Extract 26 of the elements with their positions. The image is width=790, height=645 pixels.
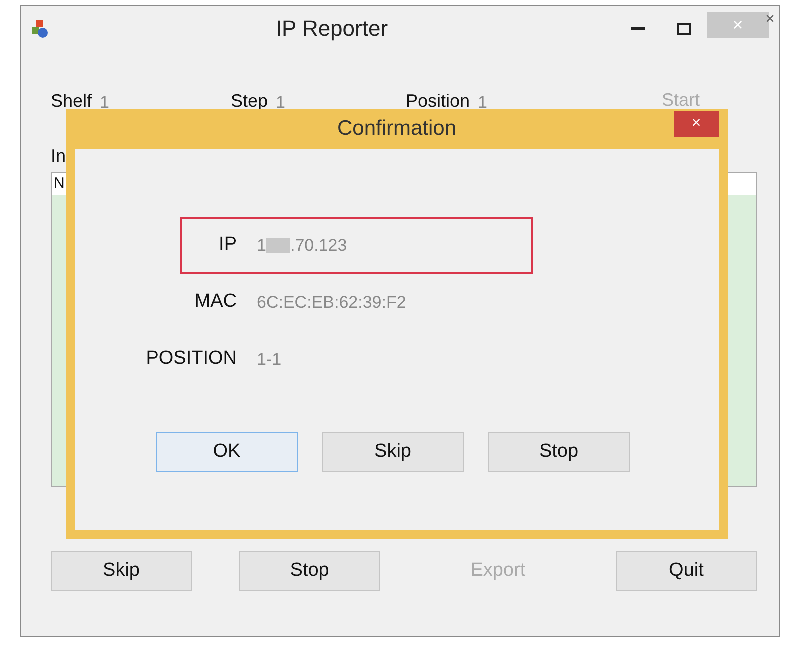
ip-value: 1	[257, 234, 266, 257]
row-value: 6C:EC:EB:62:39:F2	[257, 292, 406, 312]
action-button[interactable]: Quit	[616, 551, 757, 591]
redaction-block	[266, 238, 290, 253]
action-button[interactable]: Skip	[51, 551, 192, 591]
row-value: 1-1	[257, 350, 282, 369]
dialog-button[interactable]: Skip	[322, 432, 464, 472]
field-value: 1	[478, 92, 488, 114]
field-label: Position	[406, 90, 470, 113]
ip-value: .70.123	[290, 234, 348, 257]
action-button[interactable]: Stop	[239, 551, 380, 591]
column-header: N	[54, 174, 65, 194]
row-label: MAC	[194, 290, 237, 314]
field-label: Shelf	[51, 90, 92, 113]
dialog-title: Confirmation	[337, 116, 457, 142]
row-label: POSITION	[146, 347, 237, 372]
window-title: IP Reporter	[276, 16, 388, 41]
app-icon	[31, 18, 49, 38]
list-label: In	[51, 145, 68, 168]
row-label: IP	[219, 233, 237, 258]
field-value: 1	[100, 92, 110, 114]
close-button[interactable]: ×	[674, 111, 719, 137]
field-value: 1	[276, 92, 286, 114]
field-label: Step	[231, 90, 268, 113]
dialog-button[interactable]: OK	[156, 432, 298, 472]
dialog-button[interactable]: Stop	[488, 432, 630, 472]
